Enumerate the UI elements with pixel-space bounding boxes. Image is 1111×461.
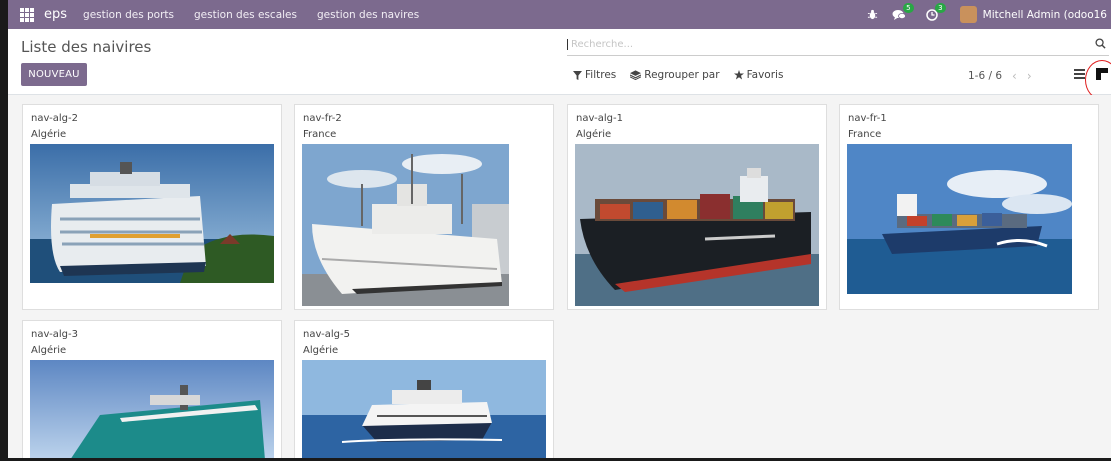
menu-gestion-escales[interactable]: gestion des escales	[194, 9, 297, 21]
search-options: Filtres Regrouper par Favoris	[573, 69, 797, 81]
search-input[interactable]	[567, 39, 1095, 50]
card-name: nav-alg-3	[31, 329, 78, 340]
card-country: Algérie	[31, 129, 67, 140]
activities-badge: 3	[935, 2, 946, 13]
menu-gestion-navires[interactable]: gestion des navires	[317, 9, 419, 21]
card-name: nav-fr-2	[303, 113, 342, 124]
group-by-label: Regrouper par	[644, 69, 720, 81]
bug-icon[interactable]	[867, 9, 878, 20]
kanban-view: nav-alg-2 Algérie nav-fr-2 France nav-al…	[8, 95, 1111, 460]
ship-image	[30, 360, 274, 460]
filters-label: Filtres	[585, 69, 617, 81]
pager: 1-6 / 6 ‹ ›	[968, 69, 1032, 83]
card-name: nav-alg-1	[576, 113, 623, 124]
new-button[interactable]: NOUVEAU	[21, 63, 87, 86]
messages-badge: 5	[903, 2, 914, 13]
user-menu[interactable]: Mitchell Admin (odoo16	[983, 9, 1107, 21]
list-view-icon[interactable]	[1070, 65, 1088, 83]
kanban-card[interactable]: nav-fr-1 France	[839, 104, 1099, 310]
app-brand[interactable]: eps	[44, 7, 67, 22]
card-name: nav-alg-5	[303, 329, 350, 340]
filters-toggle[interactable]: Filtres	[573, 69, 616, 81]
navbar-systray: 5 3 Mitchell Admin (odoo16	[867, 0, 1111, 29]
ship-image	[30, 144, 274, 283]
card-country: France	[848, 129, 882, 140]
pager-previous-icon[interactable]: ‹	[1012, 69, 1017, 83]
card-country: Algérie	[31, 345, 67, 356]
group-by-toggle[interactable]: Regrouper par	[630, 69, 720, 81]
kanban-view-icon[interactable]	[1093, 65, 1111, 83]
kanban-card[interactable]: nav-alg-2 Algérie	[22, 104, 282, 310]
favorites-toggle[interactable]: Favoris	[733, 69, 784, 81]
kanban-card[interactable]: nav-alg-5 Algérie	[294, 320, 554, 460]
activities-clock-icon[interactable]: 3	[925, 2, 946, 21]
pager-next-icon[interactable]: ›	[1027, 69, 1032, 83]
pager-value[interactable]: 1-6 / 6	[968, 70, 1002, 82]
kanban-card[interactable]: nav-fr-2 France	[294, 104, 554, 310]
ship-image	[302, 144, 509, 306]
ship-image	[302, 360, 546, 460]
user-avatar[interactable]	[959, 6, 977, 23]
card-name: nav-alg-2	[31, 113, 78, 124]
control-panel: Liste des naivires NOUVEAU Filtres Regro…	[8, 29, 1111, 100]
messages-icon[interactable]: 5	[892, 2, 914, 21]
filter-icon	[573, 70, 582, 80]
view-switcher	[1065, 65, 1111, 83]
kanban-card[interactable]: nav-alg-1 Algérie	[567, 104, 827, 310]
layers-icon	[630, 70, 642, 80]
ship-image	[575, 144, 819, 306]
apps-grid-icon[interactable]	[20, 7, 34, 22]
search-icon[interactable]	[1095, 37, 1107, 52]
card-country: Algérie	[303, 345, 339, 356]
card-name: nav-fr-1	[848, 113, 887, 124]
ship-image	[847, 144, 1072, 294]
kanban-card[interactable]: nav-alg-3 Algérie	[22, 320, 282, 460]
search-bar	[567, 34, 1109, 56]
card-country: France	[303, 129, 337, 140]
page-title: Liste des naivires	[21, 38, 152, 56]
favorites-label: Favoris	[746, 69, 784, 81]
star-icon	[733, 70, 744, 80]
menu-gestion-ports[interactable]: gestion des ports	[83, 9, 174, 21]
card-country: Algérie	[576, 129, 612, 140]
top-navbar: eps gestion des ports gestion des escale…	[8, 0, 1111, 29]
window-frame-left	[0, 0, 8, 461]
